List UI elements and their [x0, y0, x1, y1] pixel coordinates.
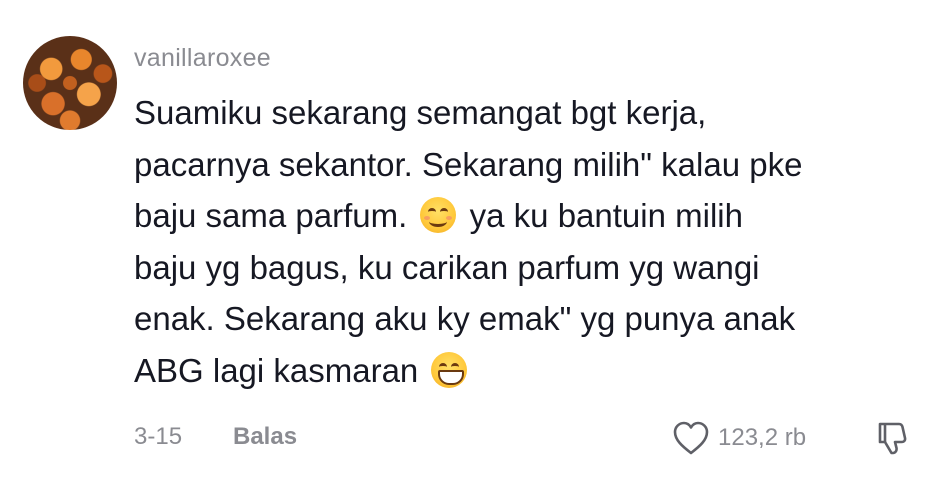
- comment-line: ya ku bantuin milih: [469, 197, 743, 234]
- comment-line: baju yg bagus, ku carikan parfum yg wang…: [134, 248, 760, 286]
- comment-item: vanillaroxee Suamiku sekarang semangat b…: [0, 0, 939, 481]
- comment-line-with-emoji: ABG lagi kasmaran: [134, 345, 924, 397]
- comment-line: Suamiku sekarang semangat bgt kerja,: [134, 94, 707, 131]
- grinning-face-emoji-icon: [431, 351, 468, 388]
- comment-line: pacarnya sekantor. Sekarang milih" kalau…: [134, 145, 803, 183]
- thumbs-down-icon[interactable]: [872, 422, 912, 462]
- comment-line-with-emoji: baju sama parfum. ya ku bantuin milih: [134, 190, 924, 242]
- smiling-face-emoji-icon: [420, 197, 457, 233]
- heart-icon[interactable]: [672, 420, 710, 456]
- comment-meta: 3-15 Balas: [134, 423, 297, 451]
- comment-line: baju sama parfum.: [134, 197, 408, 234]
- like-count: 123,2 rb: [718, 424, 807, 451]
- comment-text: Suamiku sekarang semangat bgt kerja, pac…: [134, 87, 924, 396]
- like-button[interactable]: 123,2 rb: [672, 418, 806, 458]
- comment-username[interactable]: vanillaroxee: [134, 44, 271, 73]
- dislike-button[interactable]: [872, 418, 912, 458]
- avatar[interactable]: [23, 36, 117, 130]
- reply-button[interactable]: Balas: [233, 423, 297, 451]
- comment-line: enak. Sekarang aku ky emak" yg punya ana…: [134, 300, 796, 337]
- comment-line: ABG lagi kasmaran: [134, 351, 419, 389]
- comment-date: 3-15: [134, 423, 183, 450]
